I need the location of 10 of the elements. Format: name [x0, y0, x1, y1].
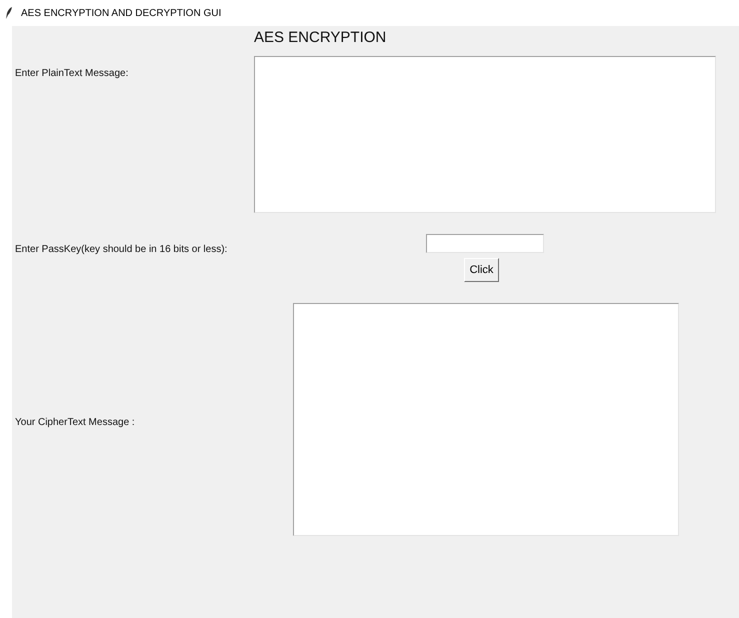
- click-button[interactable]: Click: [464, 258, 499, 282]
- window-title: AES ENCRYPTION AND DECRYPTION GUI: [21, 8, 222, 18]
- plaintext-label: Enter PlainText Message:: [15, 68, 128, 79]
- feather-icon: [5, 7, 13, 19]
- ciphertext-label: Your CipherText Message :: [15, 417, 135, 428]
- passkey-label: Enter PassKey(key should be in 16 bits or less):: [15, 244, 228, 255]
- passkey-field[interactable]: [426, 234, 544, 253]
- ciphertext-field[interactable]: [293, 303, 679, 536]
- plaintext-field[interactable]: [254, 56, 716, 213]
- heading: AES ENCRYPTION: [254, 29, 386, 46]
